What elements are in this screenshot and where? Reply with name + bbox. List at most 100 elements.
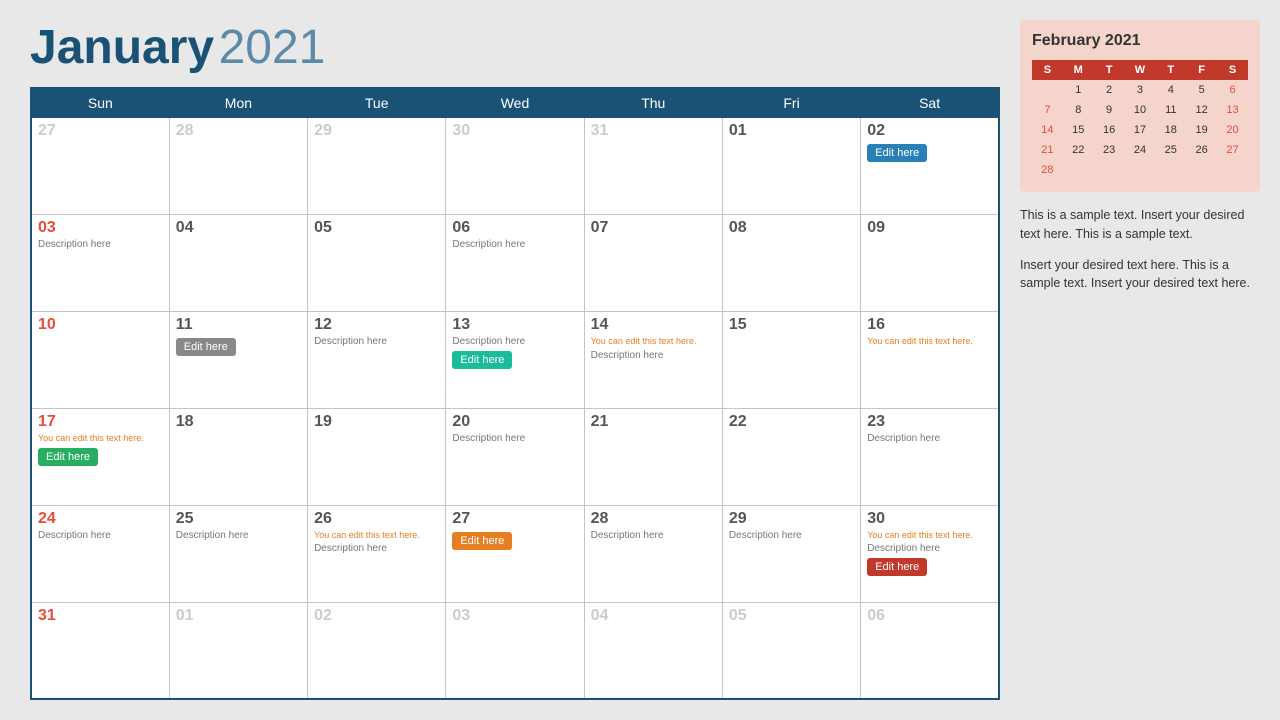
calendar-cell: 02 [308,602,446,699]
mini-cal-cell: 25 [1155,140,1186,160]
calendar-cell: 10 [31,311,169,408]
cell-number: 19 [314,413,439,431]
cell-description: Description here [38,530,163,541]
cell-description: Description here [867,433,992,444]
event-button[interactable]: Edit here [867,558,927,576]
cell-number: 28 [176,122,301,140]
cell-description: Description here [591,530,716,541]
calendar-cell: 05 [308,214,446,311]
event-button[interactable]: Edit here [38,448,98,466]
calendar-cell: 22 [722,408,860,505]
calendar-day-header: Thu [584,88,722,118]
mini-cal-cell: 4 [1155,80,1186,100]
mini-cal-row: 123456 [1032,80,1248,100]
mini-cal-day-header: M [1063,60,1094,80]
mini-cal-cell: 13 [1217,100,1248,120]
calendar-cell: 19 [308,408,446,505]
cell-number: 25 [176,510,301,528]
cell-description: Description here [591,350,716,361]
mini-cal-day-header: S [1217,60,1248,80]
mini-cal-cell: 8 [1063,100,1094,120]
cell-number: 29 [314,122,439,140]
cell-number: 17 [38,413,163,431]
mini-cal-cell: 6 [1217,80,1248,100]
calendar-cell: 08 [722,214,860,311]
mini-cal-cell: 1 [1063,80,1094,100]
calendar-cell: 01 [169,602,307,699]
calendar-row: 27282930310102Edit here [31,118,999,215]
calendar-day-header: Sat [861,88,999,118]
sidebar: February 2021 SMTWTFS 123456789101112131… [1020,20,1260,700]
cell-description: Description here [314,336,439,347]
calendar-cell: 28 [169,118,307,215]
mini-cal-cell: 18 [1155,120,1186,140]
cell-number: 04 [176,219,301,237]
calendar-cell: 30 [446,118,584,215]
calendar-cell: 01 [722,118,860,215]
cell-description: Description here [452,433,577,444]
cell-note: You can edit this text here. [591,336,716,348]
calendar-cell: 27 Edit here [446,505,584,602]
mini-cal-cell: 24 [1125,140,1156,160]
cell-number: 16 [867,316,992,334]
calendar-cell: 03 [446,602,584,699]
month-label: January [30,21,214,74]
mini-cal-cell: 3 [1125,80,1156,100]
event-button[interactable]: Edit here [452,532,512,550]
mini-calendar: SMTWTFS 12345678910111213141516171819202… [1032,60,1248,180]
year-label: 2021 [219,21,326,74]
cell-number: 27 [452,510,577,528]
cell-number: 30 [452,122,577,140]
mini-cal-row: 78910111213 [1032,100,1248,120]
event-button[interactable]: Edit here [867,144,927,162]
mini-cal-day-header: F [1186,60,1217,80]
cell-number: 20 [452,413,577,431]
mini-cal-cell [1125,160,1156,180]
cell-number: 14 [591,316,716,334]
calendar-cell: 27 [31,118,169,215]
calendar-cell: 29Description here [722,505,860,602]
mini-cal-cell [1094,160,1125,180]
calendar-cell: 04 [584,602,722,699]
cell-number: 08 [729,219,854,237]
calendar-row: 31010203040506 [31,602,999,699]
cell-number: 22 [729,413,854,431]
cell-description: Description here [452,239,577,250]
calendar-row: 17You can edit this text here.Edit here1… [31,408,999,505]
cell-number: 21 [591,413,716,431]
mini-cal-day-header: W [1125,60,1156,80]
cell-number: 11 [176,316,301,334]
calendar-day-header: Fri [722,88,860,118]
calendar-cell: 16 You can edit this text here. [861,311,999,408]
calendar-row: 24 Description here 25 Description here 26 Yo… [31,505,999,602]
calendar-row: 03Description here040506Description here… [31,214,999,311]
cell-description: Description here [38,239,163,250]
calendar-cell: 31 [31,602,169,699]
mini-cal-cell [1155,160,1186,180]
cell-number: 02 [867,122,992,140]
event-button[interactable]: Edit here [452,351,512,369]
cell-number: 13 [452,316,577,334]
cell-note: You can edit this text here. [867,530,992,542]
event-button[interactable]: Edit here [176,338,236,356]
cell-number: 26 [314,510,439,528]
cell-description: Description here [867,543,992,554]
mini-cal-cell [1063,160,1094,180]
mini-cal-cell [1186,160,1217,180]
calendar-cell: 06 [861,602,999,699]
cell-number: 24 [38,510,163,528]
mini-cal-cell: 9 [1094,100,1125,120]
calendar-cell: 30You can edit this text here.Descriptio… [861,505,999,602]
calendar-cell: 07 [584,214,722,311]
cell-note: You can edit this text here. [867,336,992,348]
mini-cal-cell: 12 [1186,100,1217,120]
calendar-day-header: Mon [169,88,307,118]
calendar-cell: 04 [169,214,307,311]
mini-cal-row: 21222324252627 [1032,140,1248,160]
mini-cal-day-header: S [1032,60,1063,80]
calendar-cell: 05 [722,602,860,699]
mini-cal-cell: 7 [1032,100,1063,120]
mini-cal-cell: 22 [1063,140,1094,160]
mini-cal-cell: 27 [1217,140,1248,160]
calendar-cell: 12Description here [308,311,446,408]
